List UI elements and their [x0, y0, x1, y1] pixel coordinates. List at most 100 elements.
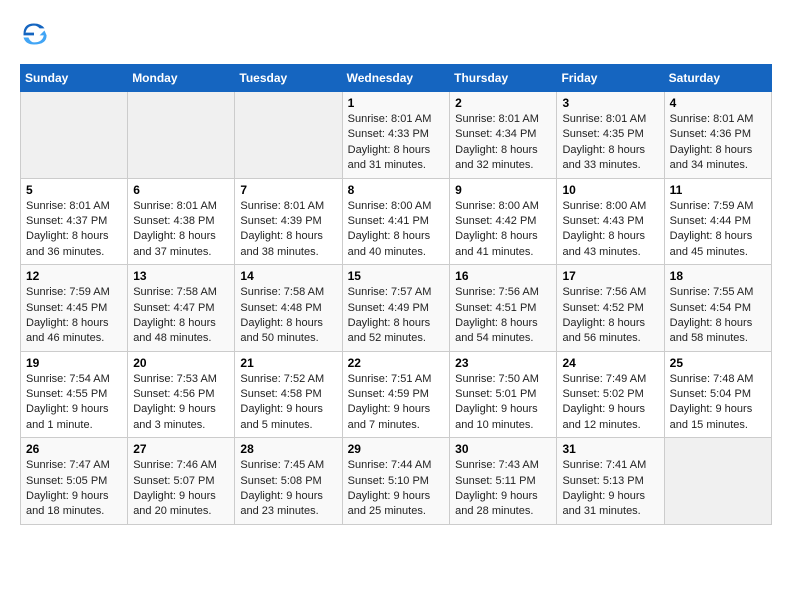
calendar-cell: 30Sunrise: 7:43 AM Sunset: 5:11 PM Dayli… [450, 438, 557, 525]
day-info: Sunrise: 8:01 AM Sunset: 4:38 PM Dayligh… [133, 199, 229, 261]
calendar-cell [664, 438, 771, 525]
calendar-cell: 22 Sunrise: 7:51 AM Sunset: 4:59 PM Dayli… [342, 351, 450, 438]
day-number: 23 [455, 356, 551, 370]
calendar-table: SundayMondayTuesdayWednesdayThursdayFrid… [20, 64, 772, 525]
calendar-cell [235, 92, 342, 179]
calendar-cell: 10Sunrise: 8:00 AM Sunset: 4:43 PM Dayli… [557, 178, 664, 265]
day-info: Sunrise: 8:01 AM Sunset: 4:35 PM Dayligh… [562, 112, 658, 174]
calendar-cell: 18 Sunrise: 7:55 AM Sunset: 4:54 PM Dayli… [664, 265, 771, 352]
logo-icon [20, 20, 48, 48]
day-number: 7 [240, 183, 336, 197]
calendar-cell: 24Sunrise: 7:49 AM Sunset: 5:02 PM Dayli… [557, 351, 664, 438]
calendar-cell: 28 Sunrise: 7:45 AM Sunset: 5:08 PM Dayli… [235, 438, 342, 525]
day-number: 14 [240, 269, 336, 283]
calendar-cell: 5 Sunrise: 8:01 AM Sunset: 4:37 PM Daylig… [21, 178, 128, 265]
day-number: 16 [455, 269, 551, 283]
page-header [20, 20, 772, 48]
day-info: Sunrise: 7:48 AM Sunset: 5:04 PM Dayligh… [670, 372, 766, 434]
calendar-cell: 31 Sunrise: 7:41 AM Sunset: 5:13 PM Dayli… [557, 438, 664, 525]
day-info: Sunrise: 7:57 AM Sunset: 4:49 PM Dayligh… [348, 285, 445, 347]
weekday-header: Tuesday [235, 65, 342, 92]
calendar-week-row: 12 Sunrise: 7:59 AM Sunset: 4:45 PM Dayli… [21, 265, 772, 352]
weekday-header: Sunday [21, 65, 128, 92]
calendar-cell: 23 Sunrise: 7:50 AM Sunset: 5:01 PM Dayli… [450, 351, 557, 438]
calendar-cell: 11 Sunrise: 7:59 AM Sunset: 4:44 PM Dayli… [664, 178, 771, 265]
day-info: Sunrise: 7:46 AM Sunset: 5:07 PM Dayligh… [133, 458, 229, 520]
calendar-cell [128, 92, 235, 179]
day-number: 10 [562, 183, 658, 197]
calendar-cell: 8 Sunrise: 8:00 AM Sunset: 4:41 PM Daylig… [342, 178, 450, 265]
day-info: Sunrise: 7:45 AM Sunset: 5:08 PM Dayligh… [240, 458, 336, 520]
day-number: 21 [240, 356, 336, 370]
day-info: Sunrise: 8:00 AM Sunset: 4:42 PM Dayligh… [455, 199, 551, 261]
day-info: Sunrise: 7:53 AM Sunset: 4:56 PM Dayligh… [133, 372, 229, 434]
day-number: 20 [133, 356, 229, 370]
calendar-cell: 16 Sunrise: 7:56 AM Sunset: 4:51 PM Dayli… [450, 265, 557, 352]
day-number: 26 [26, 442, 122, 456]
calendar-cell: 27 Sunrise: 7:46 AM Sunset: 5:07 PM Dayli… [128, 438, 235, 525]
day-info: Sunrise: 8:01 AM Sunset: 4:37 PM Dayligh… [26, 199, 122, 261]
calendar-cell: 6 Sunrise: 8:01 AM Sunset: 4:38 PM Daylig… [128, 178, 235, 265]
calendar-cell: 21 Sunrise: 7:52 AM Sunset: 4:58 PM Dayli… [235, 351, 342, 438]
calendar-week-row: 26Sunrise: 7:47 AM Sunset: 5:05 PM Dayli… [21, 438, 772, 525]
day-number: 8 [348, 183, 445, 197]
day-info: Sunrise: 8:01 AM Sunset: 4:36 PM Dayligh… [670, 112, 766, 174]
logo [20, 20, 50, 48]
calendar-cell: 2 Sunrise: 8:01 AM Sunset: 4:34 PM Daylig… [450, 92, 557, 179]
calendar-cell [21, 92, 128, 179]
calendar-cell: 15 Sunrise: 7:57 AM Sunset: 4:49 PM Dayli… [342, 265, 450, 352]
weekday-header: Friday [557, 65, 664, 92]
day-info: Sunrise: 7:58 AM Sunset: 4:47 PM Dayligh… [133, 285, 229, 347]
day-info: Sunrise: 7:51 AM Sunset: 4:59 PM Dayligh… [348, 372, 445, 434]
day-number: 9 [455, 183, 551, 197]
day-number: 24 [562, 356, 658, 370]
calendar-cell: 19Sunrise: 7:54 AM Sunset: 4:55 PM Dayli… [21, 351, 128, 438]
day-number: 1 [348, 96, 445, 110]
calendar-cell: 26Sunrise: 7:47 AM Sunset: 5:05 PM Dayli… [21, 438, 128, 525]
calendar-week-row: 19Sunrise: 7:54 AM Sunset: 4:55 PM Dayli… [21, 351, 772, 438]
calendar-cell: 20 Sunrise: 7:53 AM Sunset: 4:56 PM Dayli… [128, 351, 235, 438]
calendar-cell: 14Sunrise: 7:58 AM Sunset: 4:48 PM Dayli… [235, 265, 342, 352]
calendar-cell: 13 Sunrise: 7:58 AM Sunset: 4:47 PM Dayli… [128, 265, 235, 352]
day-number: 2 [455, 96, 551, 110]
day-number: 31 [562, 442, 658, 456]
day-number: 27 [133, 442, 229, 456]
calendar-cell: 17 Sunrise: 7:56 AM Sunset: 4:52 PM Dayli… [557, 265, 664, 352]
day-info: Sunrise: 7:56 AM Sunset: 4:51 PM Dayligh… [455, 285, 551, 347]
day-number: 13 [133, 269, 229, 283]
day-info: Sunrise: 7:59 AM Sunset: 4:45 PM Dayligh… [26, 285, 122, 347]
calendar-cell: 1 Sunrise: 8:01 AM Sunset: 4:33 PM Daylig… [342, 92, 450, 179]
day-number: 17 [562, 269, 658, 283]
day-info: Sunrise: 7:50 AM Sunset: 5:01 PM Dayligh… [455, 372, 551, 434]
day-info: Sunrise: 7:56 AM Sunset: 4:52 PM Dayligh… [562, 285, 658, 347]
calendar-week-row: 1 Sunrise: 8:01 AM Sunset: 4:33 PM Daylig… [21, 92, 772, 179]
day-number: 15 [348, 269, 445, 283]
day-number: 6 [133, 183, 229, 197]
day-info: Sunrise: 7:44 AM Sunset: 5:10 PM Dayligh… [348, 458, 445, 520]
calendar-cell: 12 Sunrise: 7:59 AM Sunset: 4:45 PM Dayli… [21, 265, 128, 352]
day-info: Sunrise: 7:59 AM Sunset: 4:44 PM Dayligh… [670, 199, 766, 261]
day-number: 19 [26, 356, 122, 370]
day-number: 29 [348, 442, 445, 456]
day-number: 3 [562, 96, 658, 110]
day-number: 4 [670, 96, 766, 110]
weekday-header: Monday [128, 65, 235, 92]
day-info: Sunrise: 8:00 AM Sunset: 4:41 PM Dayligh… [348, 199, 445, 261]
day-number: 12 [26, 269, 122, 283]
day-number: 11 [670, 183, 766, 197]
day-number: 22 [348, 356, 445, 370]
day-number: 5 [26, 183, 122, 197]
weekday-header: Thursday [450, 65, 557, 92]
day-number: 28 [240, 442, 336, 456]
calendar-cell: 29 Sunrise: 7:44 AM Sunset: 5:10 PM Dayli… [342, 438, 450, 525]
day-info: Sunrise: 7:41 AM Sunset: 5:13 PM Dayligh… [562, 458, 658, 520]
day-info: Sunrise: 8:01 AM Sunset: 4:33 PM Dayligh… [348, 112, 445, 174]
day-number: 25 [670, 356, 766, 370]
calendar-cell: 7Sunrise: 8:01 AM Sunset: 4:39 PM Daylig… [235, 178, 342, 265]
day-info: Sunrise: 8:01 AM Sunset: 4:34 PM Dayligh… [455, 112, 551, 174]
day-number: 18 [670, 269, 766, 283]
day-info: Sunrise: 7:52 AM Sunset: 4:58 PM Dayligh… [240, 372, 336, 434]
day-info: Sunrise: 7:43 AM Sunset: 5:11 PM Dayligh… [455, 458, 551, 520]
calendar-cell: 4 Sunrise: 8:01 AM Sunset: 4:36 PM Daylig… [664, 92, 771, 179]
day-info: Sunrise: 7:55 AM Sunset: 4:54 PM Dayligh… [670, 285, 766, 347]
